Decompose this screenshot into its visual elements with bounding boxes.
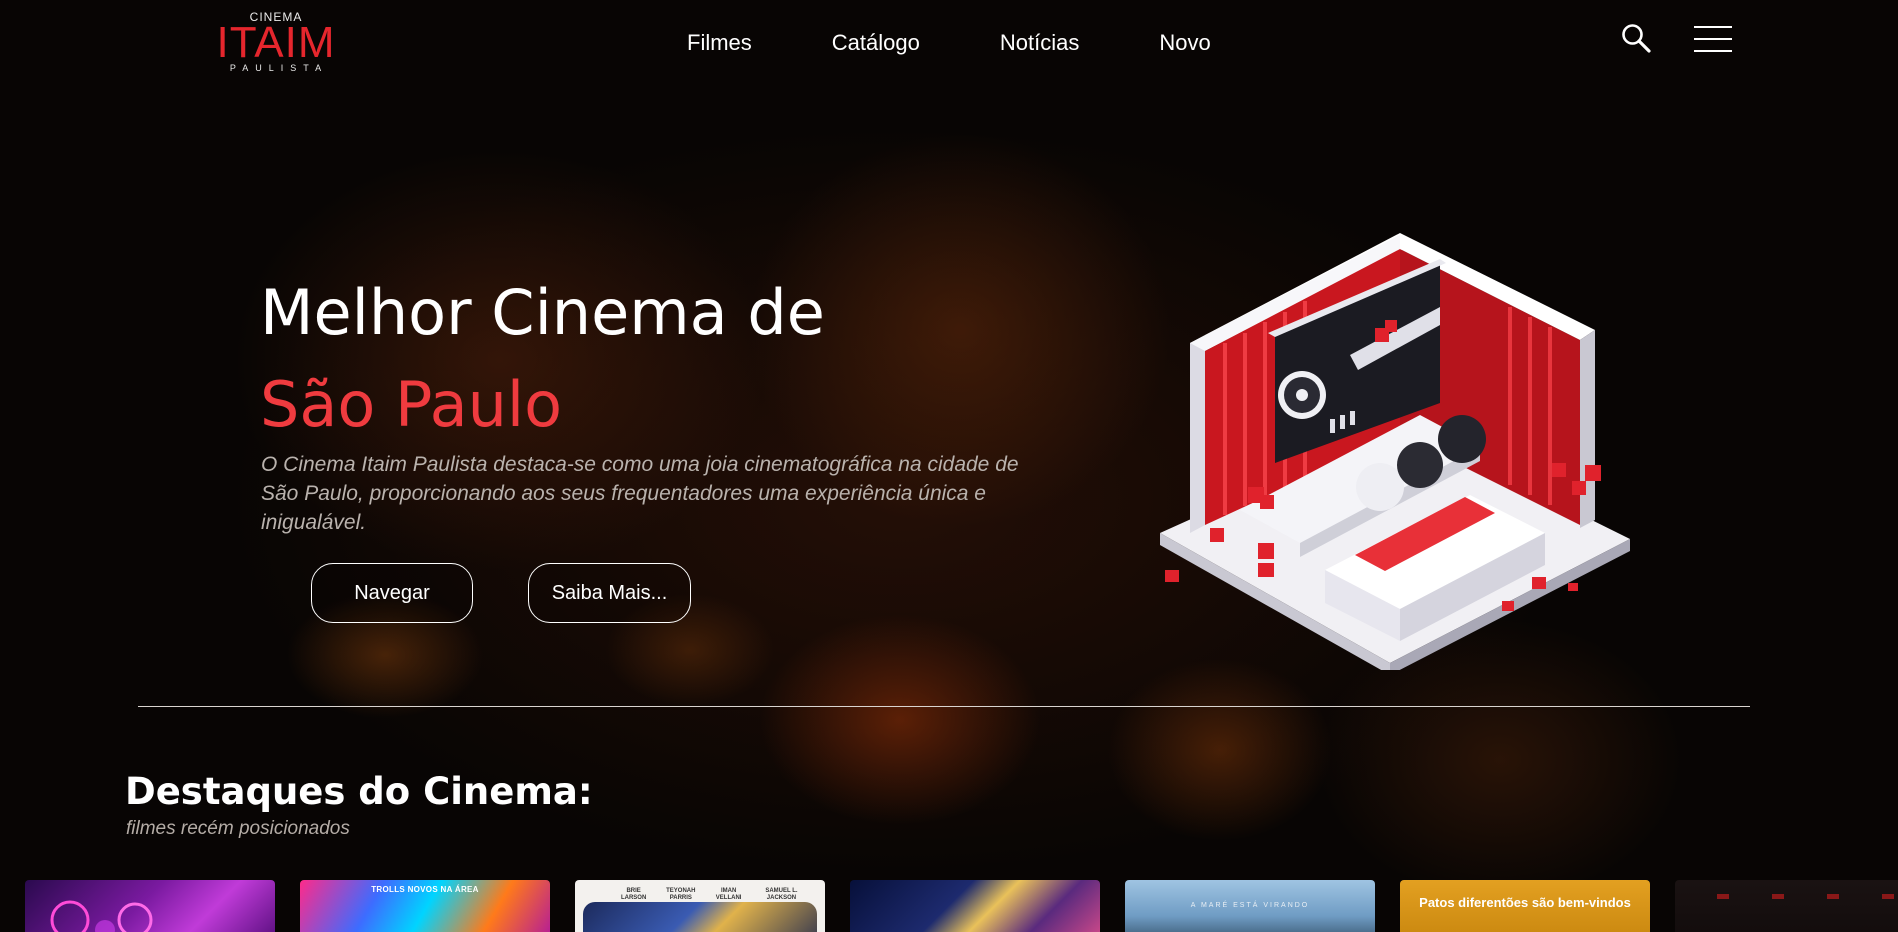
highlights-subtitle: filmes recém posicionados: [126, 818, 350, 839]
cast-name: TEYONAH PARRIS: [666, 888, 696, 901]
cast-name: IMAN VELLANI: [715, 888, 742, 901]
poster-card[interactable]: Patos diferentões são bem-vindos: [1400, 880, 1650, 932]
cinema-illustration: [1160, 233, 1630, 670]
nav-item-catalogo[interactable]: Catálogo: [832, 28, 920, 58]
poster-artwork: [583, 902, 817, 932]
logo-bottom-text: PAULISTA: [229, 63, 329, 73]
poster-card[interactable]: BRIE LARSON TEYONAH PARRIS IMAN VELLANI …: [575, 880, 825, 932]
nav-item-filmes[interactable]: Filmes: [687, 28, 752, 58]
poster-carousel: TROLLS NOVOS NA ÁREA BRIE LARSON TEYONAH…: [25, 880, 1898, 932]
poster-card[interactable]: TROLLS NOVOS NA ÁREA: [300, 880, 550, 932]
nav-item-noticias[interactable]: Notícias: [1000, 28, 1079, 58]
highlights-title: Destaques do Cinema:: [125, 770, 593, 813]
poster-caption: Patos diferentões são bem-vindos: [1419, 895, 1631, 910]
poster-cast-names: BRIE LARSON TEYONAH PARRIS IMAN VELLANI …: [613, 888, 813, 902]
hero-description: O Cinema Itaim Paulista destaca-se como …: [261, 453, 1019, 534]
hamburger-menu-icon: [1694, 26, 1732, 52]
hero-title: Melhor Cinema de: [260, 276, 825, 349]
section-divider: [138, 706, 1750, 707]
main-nav: Filmes Catálogo Notícias Novo: [687, 28, 1211, 58]
poster-card[interactable]: A MARÉ ESTÁ VIRANDO: [1125, 880, 1375, 932]
brand-logo[interactable]: CINEMA ITAIM PAULISTA: [212, 10, 340, 76]
cast-name: SAMUEL L. JACKSON: [765, 888, 798, 901]
poster-card[interactable]: [850, 880, 1100, 932]
logo-main-text: ITAIM: [216, 18, 336, 67]
search-icon: [1622, 24, 1651, 53]
nav-item-novo[interactable]: Novo: [1159, 28, 1210, 58]
poster-caption: TROLLS NOVOS NA ÁREA: [371, 885, 479, 894]
search-button[interactable]: [1620, 22, 1652, 54]
navegar-button[interactable]: Navegar: [311, 563, 473, 623]
saiba-mais-button[interactable]: Saiba Mais...: [528, 563, 691, 623]
hero-title-accent: São Paulo: [260, 368, 563, 441]
poster-caption: A MARÉ ESTÁ VIRANDO: [1190, 902, 1310, 909]
poster-artwork: [50, 900, 153, 932]
page: CINEMA ITAIM PAULISTA Filmes Catálogo No…: [0, 0, 1898, 932]
cast-name: BRIE LARSON: [620, 888, 647, 901]
poster-artwork: [1695, 894, 1898, 899]
poster-card[interactable]: [1675, 880, 1898, 932]
menu-button[interactable]: [1693, 24, 1733, 54]
poster-card[interactable]: [25, 880, 275, 932]
